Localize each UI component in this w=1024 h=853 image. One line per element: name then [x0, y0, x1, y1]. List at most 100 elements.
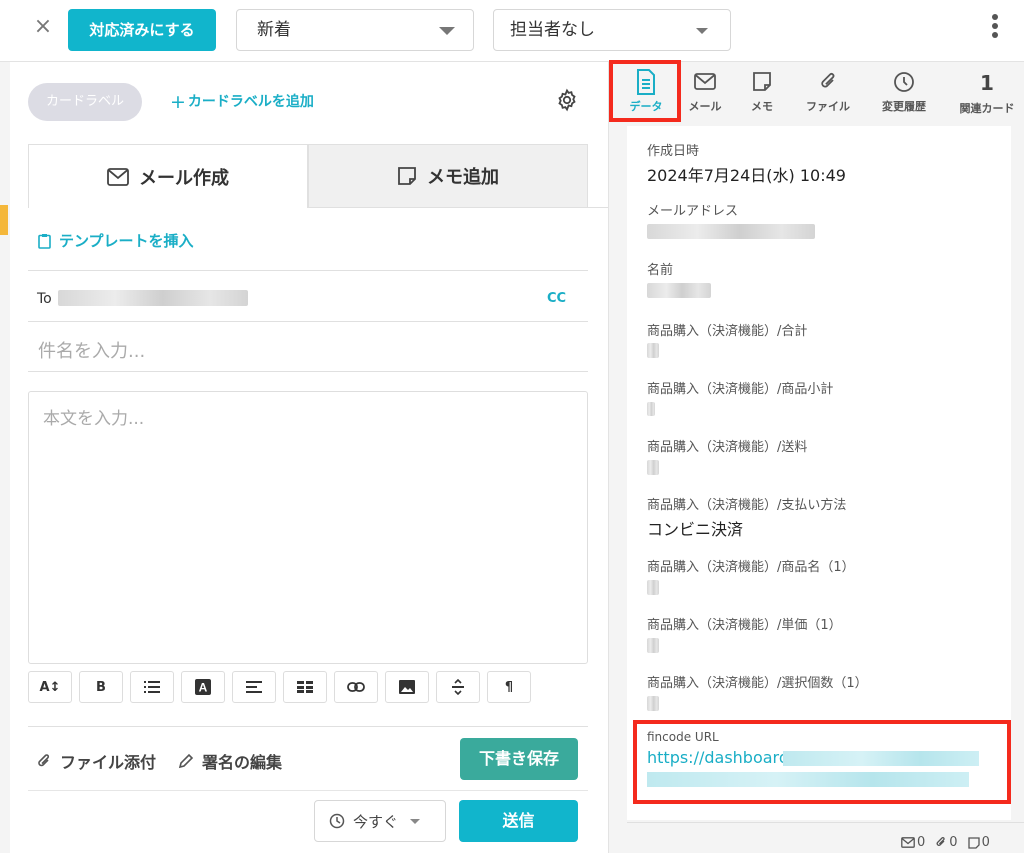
name-value-redacted — [647, 283, 711, 298]
subtotal-value-redacted — [647, 402, 655, 416]
attach-file-label: ファイル添付 — [60, 753, 157, 772]
divider — [28, 371, 588, 372]
tab-memo[interactable]: メモ — [737, 62, 787, 120]
tab-file[interactable]: ファイル — [795, 62, 861, 120]
status-select-value: 新着 — [257, 20, 291, 40]
unit-price-label: 商品購入（決済機能）/単価（1） — [647, 618, 842, 633]
text-color-button[interactable]: A — [181, 671, 225, 703]
divider — [28, 321, 588, 322]
text-color-icon: A — [195, 679, 211, 695]
email-label: メールアドレス — [647, 204, 739, 219]
created-at-value: 2024年7月24日(水) 10:49 — [647, 166, 846, 185]
card-label-chip[interactable]: カードラベル — [28, 83, 142, 121]
caret-down-icon — [439, 27, 455, 35]
save-draft-button[interactable]: 下書き保存 — [460, 738, 578, 780]
activity-counts: 0 0 0 — [901, 835, 990, 850]
created-at-label: 作成日時 — [647, 144, 700, 159]
edit-signature-label: 署名の編集 — [202, 753, 283, 772]
divider — [28, 270, 588, 271]
clipboard-icon — [38, 233, 51, 249]
quantity-value-redacted — [647, 696, 659, 711]
insert-template-link[interactable]: テンプレートを挿入 — [38, 230, 194, 251]
caret-down-icon — [696, 28, 708, 34]
compose-pane: カードラベル + カードラベルを追加 メール作成 メモ追加 テンプレートを挿入 T… — [10, 62, 608, 853]
paperclip-icon — [38, 754, 50, 767]
paperclip-icon — [821, 73, 835, 88]
file-count: 0 — [935, 835, 958, 850]
table-button[interactable] — [283, 671, 327, 703]
shipping-value-redacted — [647, 460, 659, 475]
note-icon — [753, 72, 771, 91]
close-icon[interactable]: × — [30, 14, 56, 40]
related-cards-count: 1 — [980, 71, 994, 95]
top-bar: × 対応済みにする 新着 担当者なし — [0, 0, 1024, 62]
clock-icon — [894, 72, 914, 92]
tab-memo-label: メモ — [751, 100, 773, 113]
divider — [28, 790, 588, 791]
total-value-redacted — [647, 343, 659, 358]
mail-count-value: 0 — [917, 835, 926, 850]
tab-mail-label: メール — [688, 100, 722, 113]
bold-button[interactable]: B — [79, 671, 123, 703]
detail-pane: データ メール メモ ファイル 変更履歴 1 関連カード 作成日時 2024年7… — [608, 60, 1024, 853]
email-value-redacted — [647, 224, 815, 239]
subject-input[interactable]: 件名を入力... — [38, 337, 145, 363]
tab-mail[interactable]: メール — [677, 62, 733, 120]
tab-history-label: 変更履歴 — [882, 100, 926, 113]
compose-tabs: メール作成 メモ追加 — [28, 144, 588, 208]
add-card-label-link[interactable]: + カードラベルを追加 — [170, 91, 314, 113]
data-fields-card: 作成日時 2024年7月24日(水) 10:49 メールアドレス 名前 商品購入… — [627, 126, 1011, 820]
memo-count-value: 0 — [981, 835, 990, 850]
tab-memo-add-label: メモ追加 — [427, 167, 499, 188]
align-button[interactable] — [232, 671, 276, 703]
mail-icon — [694, 73, 716, 90]
total-label: 商品購入（決済機能）/合計 — [647, 324, 808, 339]
edit-signature-link[interactable]: 署名の編集 — [178, 749, 282, 773]
quantity-label: 商品購入（決済機能）/選択個数（1） — [647, 676, 868, 691]
paragraph-button[interactable]: ¶ — [487, 671, 531, 703]
cc-toggle[interactable]: CC — [547, 291, 566, 306]
paperclip-icon — [936, 837, 945, 846]
mark-resolved-button[interactable]: 対応済みにする — [68, 9, 216, 51]
unit-price-value-redacted — [647, 638, 659, 653]
send-button[interactable]: 送信 — [459, 800, 578, 842]
mail-count: 0 — [901, 835, 925, 850]
name-label: 名前 — [647, 263, 674, 278]
mail-icon — [901, 837, 915, 848]
payment-method-label: 商品購入（決済機能）/支払い方法 — [647, 498, 847, 513]
tab-related-cards-label: 関連カード — [959, 102, 1015, 115]
product-name-label: 商品購入（決済機能）/商品名（1） — [647, 560, 855, 575]
horizontal-rule-icon — [452, 679, 464, 695]
send-schedule-value: 今すぐ — [353, 812, 399, 831]
assignee-select[interactable]: 担当者なし — [493, 9, 731, 51]
to-recipient-redacted[interactable] — [58, 290, 248, 306]
tab-history[interactable]: 変更履歴 — [871, 62, 937, 120]
insert-template-label: テンプレートを挿入 — [59, 232, 194, 250]
status-select[interactable]: 新着 — [236, 9, 474, 51]
tab-mail-compose[interactable]: メール作成 — [28, 144, 308, 208]
edge-marker — [0, 205, 8, 235]
add-card-label-text: カードラベルを追加 — [187, 94, 314, 110]
tab-file-label: ファイル — [806, 100, 850, 113]
tab-underline — [308, 207, 608, 208]
pencil-icon — [178, 753, 194, 769]
list-button[interactable] — [130, 671, 174, 703]
gear-icon[interactable] — [555, 88, 579, 112]
font-size-button[interactable]: A↕ — [28, 671, 72, 703]
horizontal-rule-button[interactable] — [436, 671, 480, 703]
body-textarea[interactable]: 本文を入力... — [28, 391, 588, 664]
send-schedule-select[interactable]: 今すぐ — [314, 800, 446, 842]
caret-down-icon — [410, 818, 421, 824]
subtotal-label: 商品購入（決済機能）/商品小計 — [647, 382, 834, 397]
tab-related-cards[interactable]: 1 関連カード — [949, 62, 1024, 120]
shipping-label: 商品購入（決済機能）/送料 — [647, 440, 808, 455]
note-icon — [398, 167, 416, 185]
align-left-icon — [246, 681, 262, 693]
tab-memo-add[interactable]: メモ追加 — [308, 144, 588, 208]
attach-file-link[interactable]: ファイル添付 — [36, 749, 156, 773]
image-button[interactable] — [385, 671, 429, 703]
link-button[interactable] — [334, 671, 378, 703]
more-options-icon[interactable] — [988, 14, 1002, 44]
product-name-value-redacted — [647, 580, 659, 595]
tab-mail-compose-label: メール作成 — [139, 167, 229, 189]
